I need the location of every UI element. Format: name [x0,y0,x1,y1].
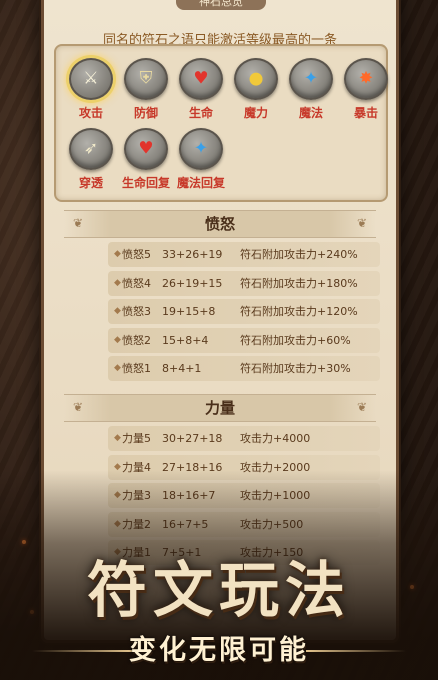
set-effect: 符石附加攻击力+180% [240,276,358,290]
set-name: 愤怒1 [122,362,151,375]
set-row: ◆ 愤怒2 15+8+4 符石附加攻击力+60% [108,327,380,353]
rune-label: 防御 [133,106,158,120]
bullet-icon: ◆ [114,249,121,259]
magic-icon: ✦ [303,68,319,89]
rune-stone: ♥ [124,128,168,170]
section-title: 力量 [204,399,235,417]
bullet-icon: ◆ [114,363,121,373]
bullet-icon: ◆ [114,277,121,288]
set-name: 愤怒5 [122,248,151,261]
rune-label: 魔法回复 [176,176,225,190]
rune-stone: ♥ [179,58,223,100]
rune-label: 生命回复 [121,176,170,190]
rune-magic[interactable]: ✦ 魔法 [282,58,340,124]
rune-shield[interactable]: ⛨ 防御 [117,58,175,124]
set-effect: 符石附加攻击力+240% [240,248,358,261]
rune-label: 攻击 [78,106,103,120]
set-name: 愤怒2 [122,333,151,347]
rune-stone: ✦ [179,128,223,170]
set-effect: 符石附加攻击力+60% [240,333,351,347]
rune-stone: ✸ [344,58,388,100]
sword-icon: ⚔ [83,68,99,89]
set-values: 26+19+15 [162,276,223,290]
rune-magic-regen[interactable]: ✦ 魔法回复 [172,128,230,194]
set-values: 15+8+4 [162,333,209,347]
magic-regen-icon: ✦ [193,138,209,159]
promo-subtitle: 变化无限可能 [129,635,309,666]
section-header: ❦ 力量 ❦ [64,394,376,422]
set-name: 力量5 [122,432,151,445]
set-row: ◆ 力量5 30+27+18 攻击力+4000 [108,426,380,451]
rune-label: 生命 [188,106,213,120]
ornament-icon: ❦ [356,400,368,414]
promo-title: 符文玩法 [87,556,351,626]
rune-label: 暴击 [353,106,378,120]
rune-heart[interactable]: ♥ 生命 [172,58,230,124]
bullet-icon: ◆ [114,433,121,443]
set-values: 8+4+1 [162,362,202,375]
set-values: 33+26+19 [162,248,223,261]
set-name: 愤怒3 [122,305,151,318]
set-effect: 攻击力+4000 [240,432,311,445]
ornament-icon: ❦ [72,400,84,414]
rune-crit-flame[interactable]: ✸ 暴击 [337,58,395,124]
heart-regen-icon: ♥ [138,138,154,159]
shield-icon: ⛨ [139,68,153,89]
set-values: 19+15+8 [162,305,216,318]
set-effect: 符石附加攻击力+30% [240,362,351,375]
rune-stone: ✦ [289,58,333,100]
rune-pierce[interactable]: ➶ 穿透 [62,128,120,194]
rune-label: 穿透 [78,176,103,190]
section-title: 愤怒 [204,215,235,233]
rune-heart-regen[interactable]: ♥ 生命回复 [117,128,175,194]
rune-stone: ➶ [69,128,113,170]
crit-flame-icon: ✸ [358,68,374,89]
rune-mana-orb[interactable]: ● 魔力 [227,58,285,124]
rune-stone: ● [234,58,278,100]
set-row: ◆ 愤怒1 8+4+1 符石附加攻击力+30% [108,356,380,381]
rune-stone: ⚔ [69,58,113,100]
heart-icon: ♥ [193,68,209,89]
bullet-icon: ◆ [114,334,121,345]
bullet-icon: ◆ [114,306,121,316]
panel-tab[interactable]: 神石总览 [176,0,266,10]
set-values: 30+27+18 [162,432,223,445]
rune-label: 魔力 [243,106,268,120]
set-row: ◆ 愤怒5 33+26+19 符石附加攻击力+240% [108,242,380,267]
rune-selector: ⚔ 攻击 ⛨ 防御 ♥ 生命 ● 魔力 ✦ 魔法 ✸ 暴击 ➶ 穿透 ♥ 生命回复 ✦ 魔法回复 [54,44,388,202]
set-row: ◆ 愤怒4 26+19+15 符石附加攻击力+180% [108,270,380,296]
section-header: ❦ 愤怒 ❦ [64,210,376,238]
rune-sword[interactable]: ⚔ 攻击 [62,58,120,124]
set-name: 愤怒4 [122,276,151,290]
pierce-icon: ➶ [83,138,99,159]
mana-orb-icon: ● [248,68,264,89]
set-row: ◆ 愤怒3 19+15+8 符石附加攻击力+120% [108,299,380,324]
rune-stone: ⛨ [124,58,168,100]
set-effect: 符石附加攻击力+120% [240,305,358,318]
ornament-icon: ❦ [72,216,84,230]
ornament-icon: ❦ [356,216,368,230]
rune-label: 魔法 [298,106,323,120]
